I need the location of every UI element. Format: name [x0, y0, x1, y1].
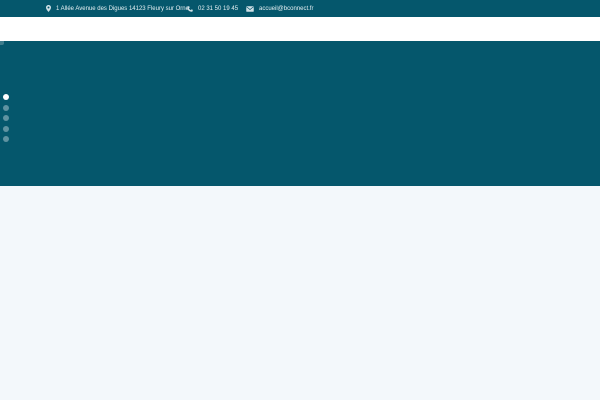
slider-dot-2[interactable] [3, 104, 9, 111]
slider-dot-3[interactable] [3, 115, 9, 121]
phone-item[interactable]: 02 31 50 19 45 [187, 0, 238, 17]
envelope-icon [246, 5, 254, 12]
slider-dot-1[interactable] [3, 94, 9, 100]
main-navbar [0, 17, 600, 41]
contact-topbar: 1 Allée Avenue des Digues 14123 Fleury s… [0, 0, 600, 17]
slider-dot-5[interactable] [3, 136, 9, 142]
address-text: 1 Allée Avenue des Digues 14123 Fleury s… [56, 5, 189, 12]
map-pin-icon [46, 5, 51, 12]
hero-slider [0, 41, 600, 186]
phone-text[interactable]: 02 31 50 19 45 [198, 6, 238, 12]
email-text[interactable]: accueil@bconnect.fr [259, 6, 313, 12]
page-content-area [0, 186, 600, 400]
slider-dot-4[interactable] [3, 125, 9, 132]
email-item[interactable]: accueil@bconnect.fr [246, 0, 313, 17]
hero-corner-mark [0, 41, 4, 45]
phone-icon [187, 5, 193, 12]
slider-pagination [3, 94, 9, 147]
address-item: 1 Allée Avenue des Digues 14123 Fleury s… [46, 0, 189, 17]
